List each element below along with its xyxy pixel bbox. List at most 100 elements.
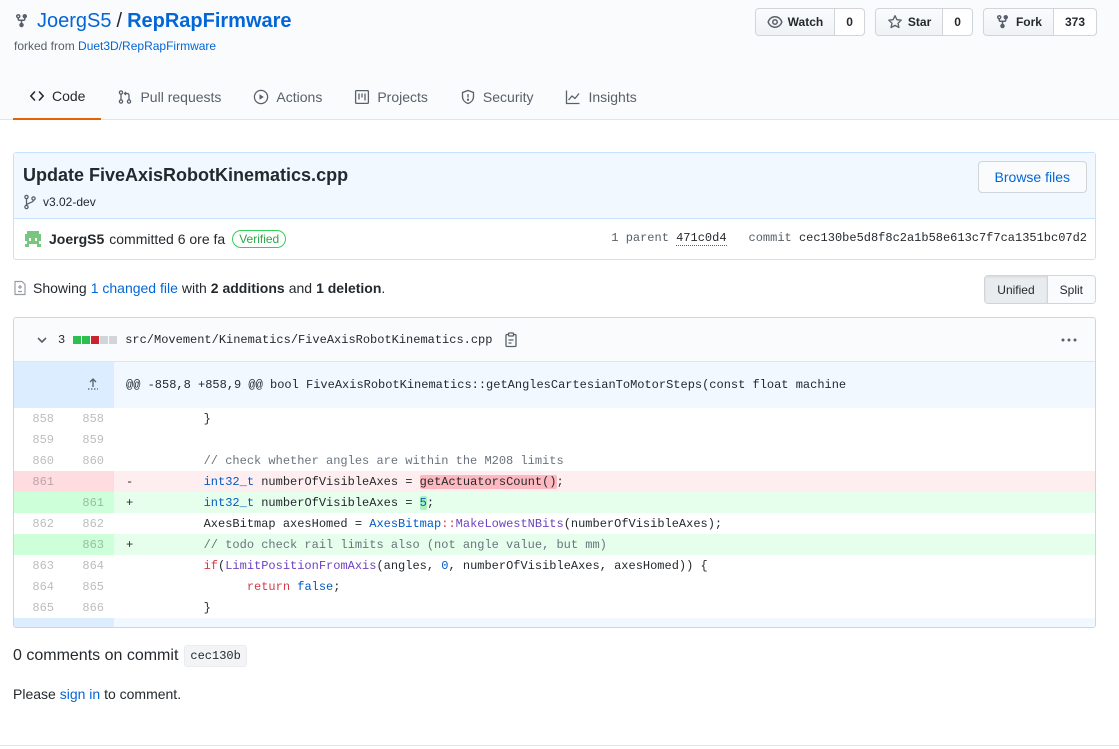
- diffstat-block-added: [82, 335, 91, 344]
- branch-name[interactable]: v3.02-dev: [43, 195, 96, 209]
- new-line-number[interactable]: 861: [64, 492, 114, 513]
- tab-security[interactable]: Security: [444, 74, 550, 120]
- code-keyword: return: [246, 579, 291, 594]
- watch-button-group: Watch 0: [754, 8, 865, 36]
- code-line: }: [114, 408, 1095, 429]
- sign-in-link[interactable]: sign in: [60, 686, 100, 702]
- old-line-number[interactable]: 863: [14, 555, 64, 576]
- code-type: int32_t: [203, 474, 255, 489]
- expand-up-button[interactable]: [14, 362, 114, 408]
- old-line-number[interactable]: 865: [14, 597, 64, 618]
- deleted-word-highlight: getActuatorsCount(): [419, 474, 557, 489]
- split-view-button[interactable]: Split: [1047, 276, 1095, 303]
- fork-button-group: Fork 373: [982, 8, 1097, 36]
- forked-prefix: forked from: [14, 39, 75, 53]
- forked-source-link[interactable]: Duet3D/RepRapFirmware: [78, 39, 216, 53]
- code-text: ;: [333, 579, 341, 594]
- parent-sha-link[interactable]: 471c0d4: [676, 231, 727, 246]
- committed-time: committed 6 ore fa: [109, 231, 226, 247]
- new-line-number[interactable]: 860: [64, 450, 114, 471]
- fork-count[interactable]: 373: [1053, 9, 1096, 35]
- tab-actions[interactable]: Actions: [237, 74, 338, 120]
- shield-icon: [461, 89, 475, 105]
- graph-icon: [566, 90, 580, 105]
- old-line-number[interactable]: 860: [14, 450, 64, 471]
- repo-name-link[interactable]: RepRapFirmware: [127, 10, 292, 33]
- parent-info: 1 parent 471c0d4: [611, 231, 727, 246]
- old-line-number[interactable]: 858: [14, 408, 64, 429]
- hunk-header: @@ -858,8 +858,9 @@ bool FiveAxisRobotKi…: [114, 362, 1095, 408]
- code-text: numberOfVisibleAxes =: [254, 495, 420, 510]
- diffstat-count: 3: [58, 332, 66, 347]
- tab-insights[interactable]: Insights: [549, 74, 652, 120]
- star-count[interactable]: 0: [943, 9, 972, 35]
- new-line-number[interactable]: [64, 471, 114, 492]
- fork-icon: [996, 14, 1008, 29]
- code-comment: // check whether angles are within the M…: [203, 453, 564, 468]
- sign-in-prompt: Please sign in to comment.: [13, 686, 181, 702]
- diffstat-block-neutral: [109, 335, 118, 344]
- commit-label: commit: [748, 231, 792, 245]
- new-line-number[interactable]: 864: [64, 555, 114, 576]
- code-type: int32_t: [203, 495, 255, 510]
- code-line: + int32_t numberOfVisibleAxes = 5;: [114, 492, 1095, 513]
- watch-button[interactable]: Watch: [755, 9, 836, 35]
- commit-box: Update FiveAxisRobotKinematics.cpp v3.02…: [13, 152, 1096, 260]
- play-icon: [254, 89, 269, 105]
- new-line-number[interactable]: 865: [64, 576, 114, 597]
- avatar[interactable]: [23, 229, 43, 249]
- commit-sha: cec130be5d8f8c2a1b58e613c7f7ca1351bc07d2: [798, 231, 1087, 245]
- branch-icon: [24, 194, 36, 210]
- tab-code[interactable]: Code: [13, 74, 102, 120]
- star-icon: [888, 15, 902, 29]
- kebab-menu-icon[interactable]: [1060, 333, 1078, 347]
- browse-files-button[interactable]: Browse files: [977, 161, 1087, 193]
- star-button[interactable]: Star: [875, 9, 944, 35]
- repo-forked-icon: [16, 13, 27, 28]
- new-line-number[interactable]: 866: [64, 597, 114, 618]
- file-diff-icon: [14, 280, 26, 296]
- expand-down-button[interactable]: [14, 618, 114, 627]
- new-line-number[interactable]: 863: [64, 534, 114, 555]
- new-line-number[interactable]: 862: [64, 513, 114, 534]
- pull-request-icon: [119, 90, 132, 104]
- diff-summary: Showing 1 changed file with 2 additions …: [13, 278, 385, 298]
- repo-owner-link[interactable]: JoergS5: [37, 10, 112, 33]
- unified-view-button[interactable]: Unified: [985, 276, 1048, 303]
- verified-badge[interactable]: Verified: [232, 230, 287, 248]
- code-line: // check whether angles are within the M…: [114, 450, 1095, 471]
- code-line: [114, 429, 1095, 450]
- old-line-number[interactable]: 861: [14, 471, 64, 492]
- watch-count[interactable]: 0: [835, 9, 864, 35]
- repo-path-separator: /: [116, 9, 123, 32]
- diff-row-added: 861 + int32_t numberOfVisibleAxes = 5;: [14, 492, 1095, 513]
- tab-projects[interactable]: Projects: [338, 74, 444, 120]
- old-line-number[interactable]: 862: [14, 513, 64, 534]
- commit-meta: JoergS5 committed 6 ore fa Verified 1 pa…: [14, 219, 1095, 259]
- diff-row: 865 866 }: [14, 597, 1095, 618]
- code-line: }: [114, 597, 1095, 618]
- new-line-number[interactable]: 859: [64, 429, 114, 450]
- chevron-down-icon[interactable]: [36, 334, 48, 346]
- pagehead-actions: Watch 0 Star 0 Fork 373: [754, 8, 1097, 36]
- fork-button[interactable]: Fork: [983, 9, 1054, 35]
- tab-pull-requests[interactable]: Pull requests: [101, 74, 237, 120]
- old-line-number[interactable]: 864: [14, 576, 64, 597]
- code-text: numberOfVisibleAxes =: [254, 474, 420, 489]
- file-path[interactable]: src/Movement/Kinematics/FiveAxisRobotKin…: [125, 333, 492, 347]
- commit-sha-area: 1 parent 471c0d4 commit cec130be5d8f8c2a…: [611, 231, 1087, 246]
- hunk-header-row: @@ -858,8 +858,9 @@ bool FiveAxisRobotKi…: [14, 362, 1095, 408]
- old-line-number[interactable]: 859: [14, 429, 64, 450]
- old-line-number[interactable]: [14, 534, 64, 555]
- eye-icon: [767, 16, 783, 28]
- changed-files-link[interactable]: 1 changed file: [91, 280, 178, 296]
- clipboard-icon[interactable]: [504, 331, 518, 348]
- star-label: Star: [907, 15, 932, 29]
- commit-author-link[interactable]: JoergS5: [49, 231, 104, 247]
- branch-label: v3.02-dev: [23, 194, 96, 210]
- code-text: AxesBitmap axesHomed =: [203, 516, 370, 531]
- code-function: MakeLowestNBits: [455, 516, 564, 531]
- new-line-number[interactable]: 858: [64, 408, 114, 429]
- diff-row: 864 865 return false;: [14, 576, 1095, 597]
- old-line-number[interactable]: [14, 492, 64, 513]
